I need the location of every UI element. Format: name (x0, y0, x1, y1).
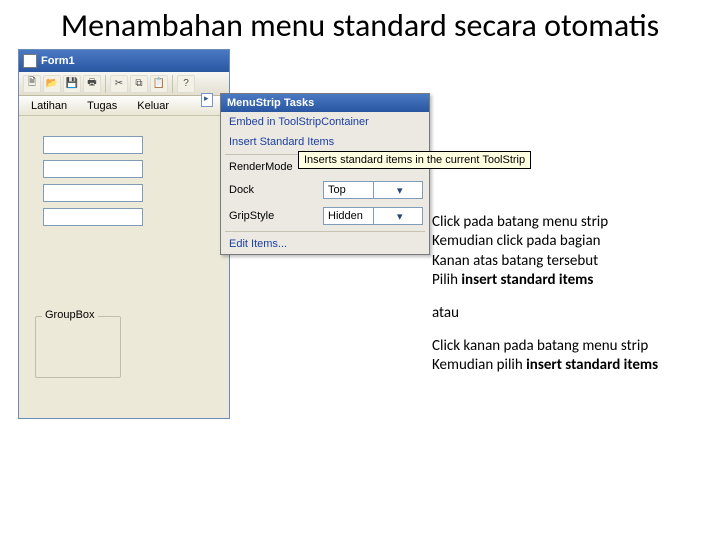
groupbox-label: GroupBox (42, 309, 98, 321)
chevron-down-icon[interactable]: ▾ (373, 182, 423, 198)
instr-line: Pilih insert standard items (432, 271, 712, 290)
textbox[interactable] (43, 160, 143, 178)
titlebar: Form1 (19, 50, 229, 72)
instr-line: Click kanan pada batang menu strip (432, 337, 712, 356)
dock-value: Top (324, 184, 373, 196)
toolbar-separator (105, 75, 106, 93)
toolbar: 🗎 📂 💾 🖶 ✂ ⧉ 📋 ? (19, 72, 229, 96)
insert-standard-items-link[interactable]: Insert Standard Items (229, 136, 334, 148)
help-icon[interactable]: ? (177, 75, 195, 93)
instr-line: Kemudian pilih insert standard items (432, 356, 712, 375)
gripstyle-label: GripStyle (229, 210, 274, 222)
tooltip: Inserts standard items in the current To… (298, 151, 531, 169)
textbox[interactable] (43, 184, 143, 202)
slide-title: Menambahan menu standard secara otomatis (0, 0, 720, 49)
cut-icon[interactable]: ✂ (110, 75, 128, 93)
smart-tag-glyph[interactable] (201, 93, 213, 107)
menu-item-keluar[interactable]: Keluar (127, 98, 179, 114)
dock-label: Dock (229, 184, 254, 196)
form-client-area: GroupBox (19, 116, 229, 418)
stage: Form1 🗎 📂 💾 🖶 ✂ ⧉ 📋 ? Latihan Tugas Kelu… (0, 49, 720, 509)
save-icon[interactable]: 💾 (63, 75, 81, 93)
edit-items-link[interactable]: Edit Items... (229, 238, 287, 250)
copy-icon[interactable]: ⧉ (130, 75, 148, 93)
new-icon[interactable]: 🗎 (23, 75, 41, 93)
gripstyle-combo[interactable]: Hidden ▾ (323, 207, 423, 225)
print-icon[interactable]: 🖶 (83, 75, 101, 93)
instr-line: Kemudian click pada bagian (432, 232, 712, 251)
textbox[interactable] (43, 136, 143, 154)
menu-item-latihan[interactable]: Latihan (21, 98, 77, 114)
app-icon (23, 54, 37, 68)
menustrip-tasks-panel: MenuStrip Tasks Embed in ToolStripContai… (220, 93, 430, 255)
paste-icon[interactable]: 📋 (150, 75, 168, 93)
menu-item-tugas[interactable]: Tugas (77, 98, 127, 114)
instr-line: atau (432, 304, 712, 323)
instr-line: Kanan atas batang tersebut (432, 252, 712, 271)
separator (225, 231, 425, 232)
menustrip[interactable]: Latihan Tugas Keluar (19, 96, 229, 116)
textbox[interactable] (43, 208, 143, 226)
embed-link[interactable]: Embed in ToolStripContainer (229, 116, 369, 128)
toolbar-separator (172, 75, 173, 93)
groupbox: GroupBox (35, 316, 121, 378)
rendermode-label: RenderMode (229, 161, 293, 173)
instr-line: Click pada batang menu strip (432, 213, 712, 232)
chevron-down-icon[interactable]: ▾ (373, 208, 423, 224)
form1-window: Form1 🗎 📂 💾 🖶 ✂ ⧉ 📋 ? Latihan Tugas Kelu… (18, 49, 230, 419)
tasks-header: MenuStrip Tasks (221, 94, 429, 112)
gripstyle-value: Hidden (324, 210, 373, 222)
open-icon[interactable]: 📂 (43, 75, 61, 93)
window-title: Form1 (41, 55, 75, 67)
dock-combo[interactable]: Top ▾ (323, 181, 423, 199)
instructions: Click pada batang menu strip Kemudian cl… (432, 213, 712, 375)
